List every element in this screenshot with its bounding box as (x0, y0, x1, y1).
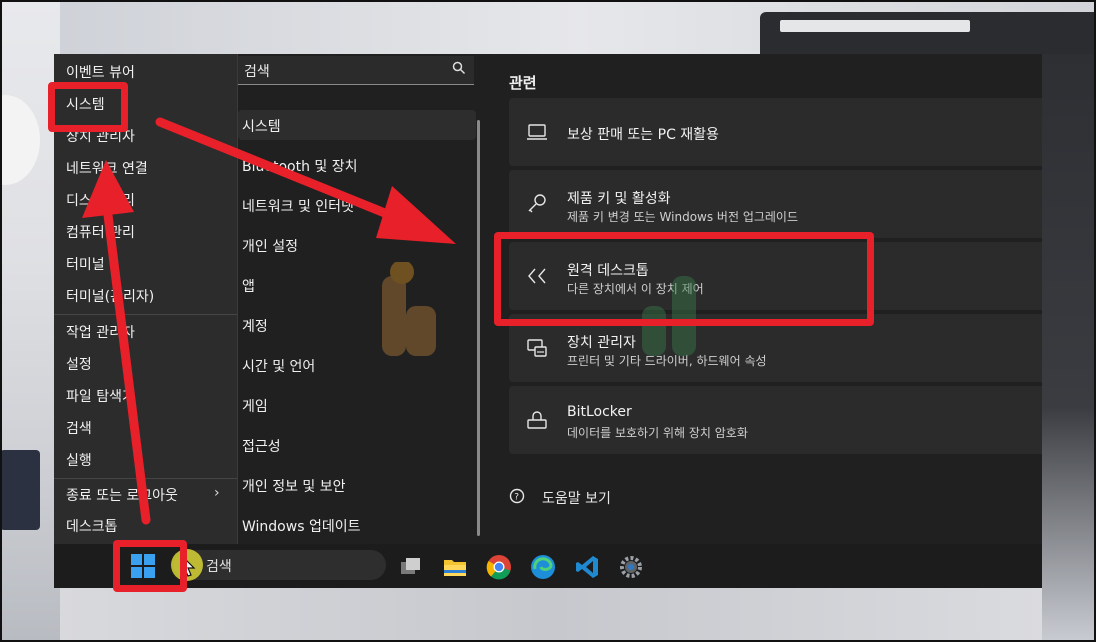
vscode-icon[interactable] (574, 554, 600, 580)
menu-item-event-viewer[interactable]: 이벤트 뷰어 (66, 62, 135, 82)
card-trade-in-recycle[interactable]: 보상 판매 또는 PC 재활용 (509, 98, 1042, 166)
nav-item-privacy[interactable]: 개인 정보 및 보안 (242, 476, 346, 496)
laptop-icon (527, 124, 547, 140)
menu-item-search[interactable]: 검색 (66, 418, 92, 438)
nav-item-windows-update[interactable]: Windows 업데이트 (242, 516, 360, 536)
settings-search-input[interactable]: 검색 (238, 56, 474, 85)
menu-item-task-manager[interactable]: 작업 관리자 (66, 322, 135, 342)
menu-item-desktop[interactable]: 데스크톱 (66, 516, 118, 536)
card-title: 보상 판매 또는 PC 재활용 (567, 127, 719, 143)
menu-item-disk-management[interactable]: 디스크 관리 (66, 190, 135, 210)
menu-item-shutdown-signout[interactable]: 종료 또는 로그아웃 (66, 485, 178, 505)
nav-item-gaming[interactable]: 게임 (242, 396, 268, 416)
menu-item-settings[interactable]: 설정 (66, 354, 92, 374)
background-menubar (780, 20, 970, 32)
help-icon: ? (509, 488, 525, 504)
nav-item-apps[interactable]: 앱 (242, 276, 255, 296)
highlight-remote-desktop-card (494, 232, 874, 326)
card-bitlocker[interactable]: BitLocker 데이터를 보호하기 위해 장치 암호화 (509, 386, 1042, 454)
nav-item-network[interactable]: 네트워크 및 인터넷 (242, 196, 354, 216)
chevron-right-icon: › (214, 485, 220, 501)
menu-item-network-connections[interactable]: 네트워크 연결 (66, 158, 148, 178)
menu-divider (54, 314, 237, 315)
settings-gear-icon[interactable] (618, 554, 644, 580)
card-title: BitLocker (567, 404, 632, 420)
nav-item-accounts[interactable]: 계정 (242, 316, 268, 336)
settings-search-placeholder: 검색 (244, 64, 270, 80)
nav-item-system[interactable]: 시스템 (242, 116, 281, 136)
menu-divider (54, 478, 237, 479)
nav-item-bluetooth[interactable]: Bluetooth 및 장치 (242, 156, 358, 176)
related-section-title: 관련 (509, 74, 537, 92)
svg-text:?: ? (514, 493, 519, 503)
task-view-icon[interactable] (398, 554, 424, 580)
chrome-icon[interactable] (486, 554, 512, 580)
lock-icon (527, 411, 547, 429)
menu-item-file-explorer[interactable]: 파일 탐색기 (66, 386, 135, 406)
taskbar: 검색 (54, 544, 1042, 588)
taskbar-search-box[interactable]: 검색 (171, 549, 386, 581)
nav-item-personalization[interactable]: 개인 설정 (242, 236, 298, 256)
card-title: 제품 키 및 활성화 (567, 191, 671, 207)
menu-item-terminal[interactable]: 터미널 (66, 254, 105, 274)
file-explorer-icon[interactable] (442, 554, 468, 580)
menu-item-computer-management[interactable]: 컴퓨터 관리 (66, 222, 135, 242)
menu-item-run[interactable]: 실행 (66, 450, 92, 470)
key-icon (528, 194, 546, 213)
card-product-key[interactable]: 제품 키 및 활성화 제품 키 변경 또는 Windows 버전 업그레이드 (509, 170, 1042, 238)
background-photo-right (1042, 54, 1096, 642)
background-device (0, 450, 40, 530)
taskbar-search-label: 검색 (206, 559, 232, 575)
edge-icon[interactable] (530, 554, 556, 580)
nav-item-accessibility[interactable]: 접근성 (242, 436, 281, 456)
nav-item-time-language[interactable]: 시간 및 언어 (242, 356, 315, 376)
search-icon (452, 61, 466, 75)
menu-item-terminal-admin[interactable]: 터미널(관리자) (66, 286, 154, 306)
card-subtitle: 데이터를 보호하기 위해 장치 암호화 (567, 426, 748, 440)
background-photo-bottom (60, 588, 1042, 642)
card-subtitle: 제품 키 변경 또는 Windows 버전 업그레이드 (567, 210, 799, 224)
background-monitor (760, 12, 1096, 54)
help-link[interactable]: 도움말 보기 (542, 488, 611, 508)
highlight-start-button (113, 540, 187, 592)
highlight-system-menu-item (48, 82, 128, 132)
